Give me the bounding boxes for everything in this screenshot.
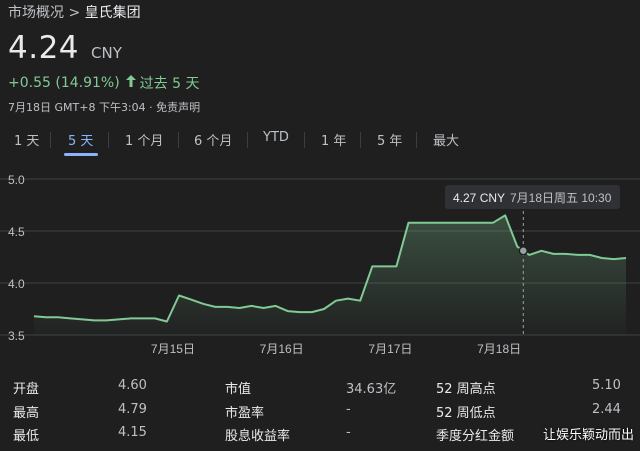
tab-max[interactable]: 最大 <box>433 130 459 149</box>
time-range-tabs: 1 天 5 天 1 个月 6 个月 YTD 1 年 5 年 最大 <box>0 130 640 160</box>
change-period: 过去 5 天 <box>139 76 200 92</box>
stat-52w-low-label: 52 周低点 <box>436 406 496 421</box>
breadcrumb-current: 皇氏集团 <box>84 5 141 21</box>
active-tab-underline <box>64 153 98 156</box>
tab-5-day[interactable]: 5 天 <box>68 130 93 149</box>
timestamp-text[interactable]: 7月18日 GMT+8 下午3:04 · 免责声明 <box>8 101 200 114</box>
tab-5-year[interactable]: 5 年 <box>377 130 402 149</box>
tab-divider <box>50 132 51 148</box>
stat-52w-high-value: 5.10 <box>592 378 621 393</box>
stat-high-value: 4.79 <box>118 402 147 417</box>
stat-dividend-yield-label: 股息收益率 <box>225 429 291 444</box>
tab-divider <box>247 132 248 148</box>
tab-divider <box>178 132 179 148</box>
x-tick-label: 7月16日 <box>260 342 304 356</box>
stat-pe-label: 市盈率 <box>225 406 265 421</box>
stat-open-value: 4.60 <box>118 378 147 393</box>
price-chart[interactable]: 4.27 CNY 7月18日周五 10:30 5.0 4.5 4.0 3.5 7月15日 7… <box>0 165 640 365</box>
breadcrumb: 市场概况 > 皇氏集团 <box>8 2 141 22</box>
price-change: +0.55 (14.91%) 过去 5 天 <box>8 73 199 93</box>
tooltip-price: 4.27 CNY <box>453 191 505 205</box>
hover-point <box>518 246 529 256</box>
stat-high-label: 最高 <box>13 406 40 421</box>
x-tick-label: 7月15日 <box>151 342 195 356</box>
tab-1-day[interactable]: 1 天 <box>14 130 39 149</box>
tooltip-time: 7月18日周五 10:30 <box>510 191 612 205</box>
tab-6-month[interactable]: 6 个月 <box>194 130 232 149</box>
price-row: 4.24 CNY <box>8 30 122 66</box>
stat-52w-high-label: 52 周高点 <box>436 382 496 397</box>
stat-low-value: 4.15 <box>118 425 147 440</box>
stat-low-label: 最低 <box>13 429 40 444</box>
tab-divider <box>360 132 361 148</box>
y-tick-label: 4.0 <box>8 277 25 291</box>
tab-divider <box>416 132 417 148</box>
watermark-text: 让娱乐颖动而出 <box>542 428 634 443</box>
tab-1-month[interactable]: 1 个月 <box>125 130 163 149</box>
tab-ytd[interactable]: YTD <box>263 130 289 145</box>
stock-quote-page: 市场概况 > 皇氏集团 4.24 CNY +0.55 (14.91%) 过去 5… <box>0 0 640 451</box>
stat-pe-value: - <box>346 402 351 417</box>
arrow-up-icon <box>125 75 136 91</box>
stat-dividend-yield-value: - <box>346 425 351 440</box>
stat-market-cap-value: 34.63亿 <box>346 382 397 397</box>
tab-1-year[interactable]: 1 年 <box>321 130 346 149</box>
price-area-fill <box>34 215 626 335</box>
x-tick-label: 7月18日 <box>477 342 521 356</box>
currency-label: CNY <box>91 44 122 62</box>
y-tick-label: 4.5 <box>8 225 25 239</box>
breadcrumb-separator: > <box>68 5 81 21</box>
x-tick-label: 7月17日 <box>368 342 412 356</box>
y-tick-label: 3.5 <box>8 329 25 343</box>
stat-market-cap-label: 市值 <box>225 382 252 397</box>
quote-timestamp: 7月18日 GMT+8 下午3:04 · 免责声明 <box>8 99 200 115</box>
stat-quarterly-dividend-label: 季度分红金额 <box>436 429 515 444</box>
current-price: 4.24 <box>8 30 80 66</box>
stat-open-label: 开盘 <box>13 382 40 397</box>
change-value: +0.55 (14.91%) <box>8 75 120 91</box>
stat-52w-low-value: 2.44 <box>592 402 621 417</box>
y-tick-label: 5.0 <box>8 173 25 187</box>
tab-divider <box>108 132 109 148</box>
tab-divider <box>304 132 305 148</box>
breadcrumb-parent-link[interactable]: 市场概况 <box>8 5 64 21</box>
